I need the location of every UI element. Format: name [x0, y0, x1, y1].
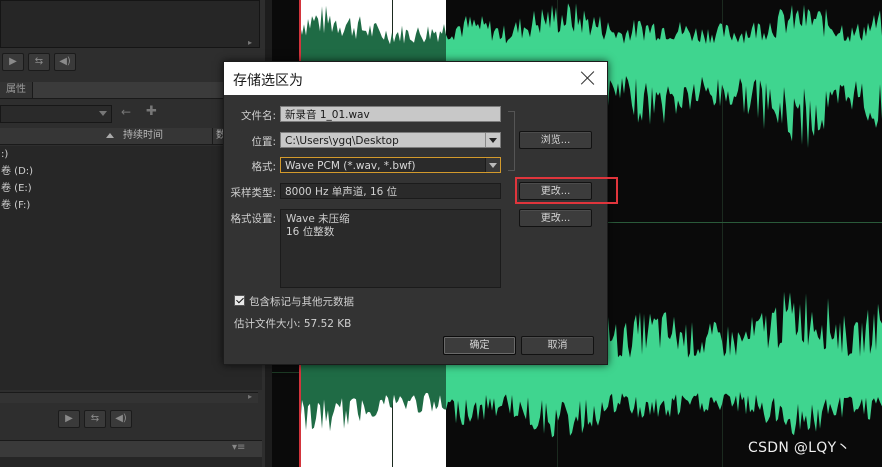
loop-icon[interactable]: ⇆	[28, 53, 50, 71]
add-place-icon[interactable]: ✚	[146, 104, 157, 119]
dialog-titlebar: 存储选区为	[224, 62, 607, 95]
top-panel-area	[0, 0, 260, 48]
format-label: 格式:	[251, 161, 276, 173]
format-value: Wave PCM (*.wav, *.bwf)	[285, 160, 416, 172]
location-label: 位置:	[251, 136, 276, 148]
tab-properties[interactable]: 属性	[0, 82, 33, 98]
chevron-down-icon[interactable]	[485, 158, 500, 172]
bottom-panel-tabbar: ▾≡	[0, 440, 262, 457]
back-arrow-icon[interactable]: ←	[121, 105, 131, 119]
change-format-settings-button[interactable]: 更改...	[519, 209, 592, 227]
estimated-size-text: 估计文件大小: 57.52 KB	[234, 318, 352, 330]
column-divider	[212, 128, 213, 144]
format-settings-line: 16 位整数	[286, 226, 335, 238]
filename-label: 文件名:	[240, 110, 276, 122]
cancel-button[interactable]: 取消	[521, 336, 594, 355]
sample-type-label: 采样类型:	[230, 187, 276, 199]
list-item[interactable]: :)	[0, 146, 8, 163]
panel-scroll-right-icon[interactable]: ▸	[248, 38, 256, 47]
bracket-connector	[508, 111, 515, 171]
format-settings-line: Wave 未压缩	[286, 213, 350, 225]
scroll-right-icon[interactable]: ▸	[248, 392, 252, 401]
bottom-panel-area	[0, 457, 262, 467]
ok-button[interactable]: 确定	[443, 336, 516, 355]
browse-button[interactable]: 浏览...	[519, 131, 592, 149]
column-duration[interactable]: 持续时间	[123, 128, 163, 144]
format-settings-box: Wave 未压缩 16 位整数	[280, 209, 501, 288]
dialog-title: 存储选区为	[233, 73, 303, 89]
play-icon[interactable]: ▶	[2, 53, 24, 71]
panel-menu-icon[interactable]: ▾≡	[232, 442, 245, 453]
location-value: C:\Users\ygq\Desktop	[285, 135, 399, 147]
include-markers-label[interactable]: 包含标记与其他元数据	[249, 294, 354, 309]
loop-icon[interactable]: ⇆	[84, 410, 106, 428]
list-item[interactable]: 卷 (D:)	[0, 163, 33, 180]
horizontal-scrollbar[interactable]	[0, 392, 258, 403]
format-select[interactable]: Wave PCM (*.wav, *.bwf)	[280, 157, 501, 173]
sample-type-field: 8000 Hz 单声道, 16 位	[280, 183, 501, 199]
annotation-highlight-box	[515, 177, 618, 204]
list-item[interactable]: 卷 (E:)	[0, 180, 32, 197]
browser-location-combo[interactable]	[0, 105, 112, 123]
sort-asc-icon[interactable]	[106, 133, 114, 138]
close-icon[interactable]	[578, 68, 598, 88]
volume-icon[interactable]: ◀)	[54, 53, 76, 71]
location-select[interactable]: C:\Users\ygq\Desktop	[280, 132, 501, 148]
chevron-down-icon[interactable]	[485, 133, 500, 147]
include-markers-checkbox[interactable]	[234, 295, 245, 306]
format-settings-label: 格式设置:	[230, 213, 276, 225]
play-icon[interactable]: ▶	[58, 410, 80, 428]
watermark: CSDN @LQY丶	[748, 440, 851, 456]
list-item[interactable]: 卷 (F:)	[0, 197, 30, 214]
volume-icon[interactable]: ◀)	[110, 410, 132, 428]
filename-field[interactable]: 新录音 1_01.wav	[280, 106, 501, 122]
save-selection-dialog: 存储选区为 文件名: 新录音 1_01.wav 位置: C:\Users\ygq…	[223, 61, 608, 365]
